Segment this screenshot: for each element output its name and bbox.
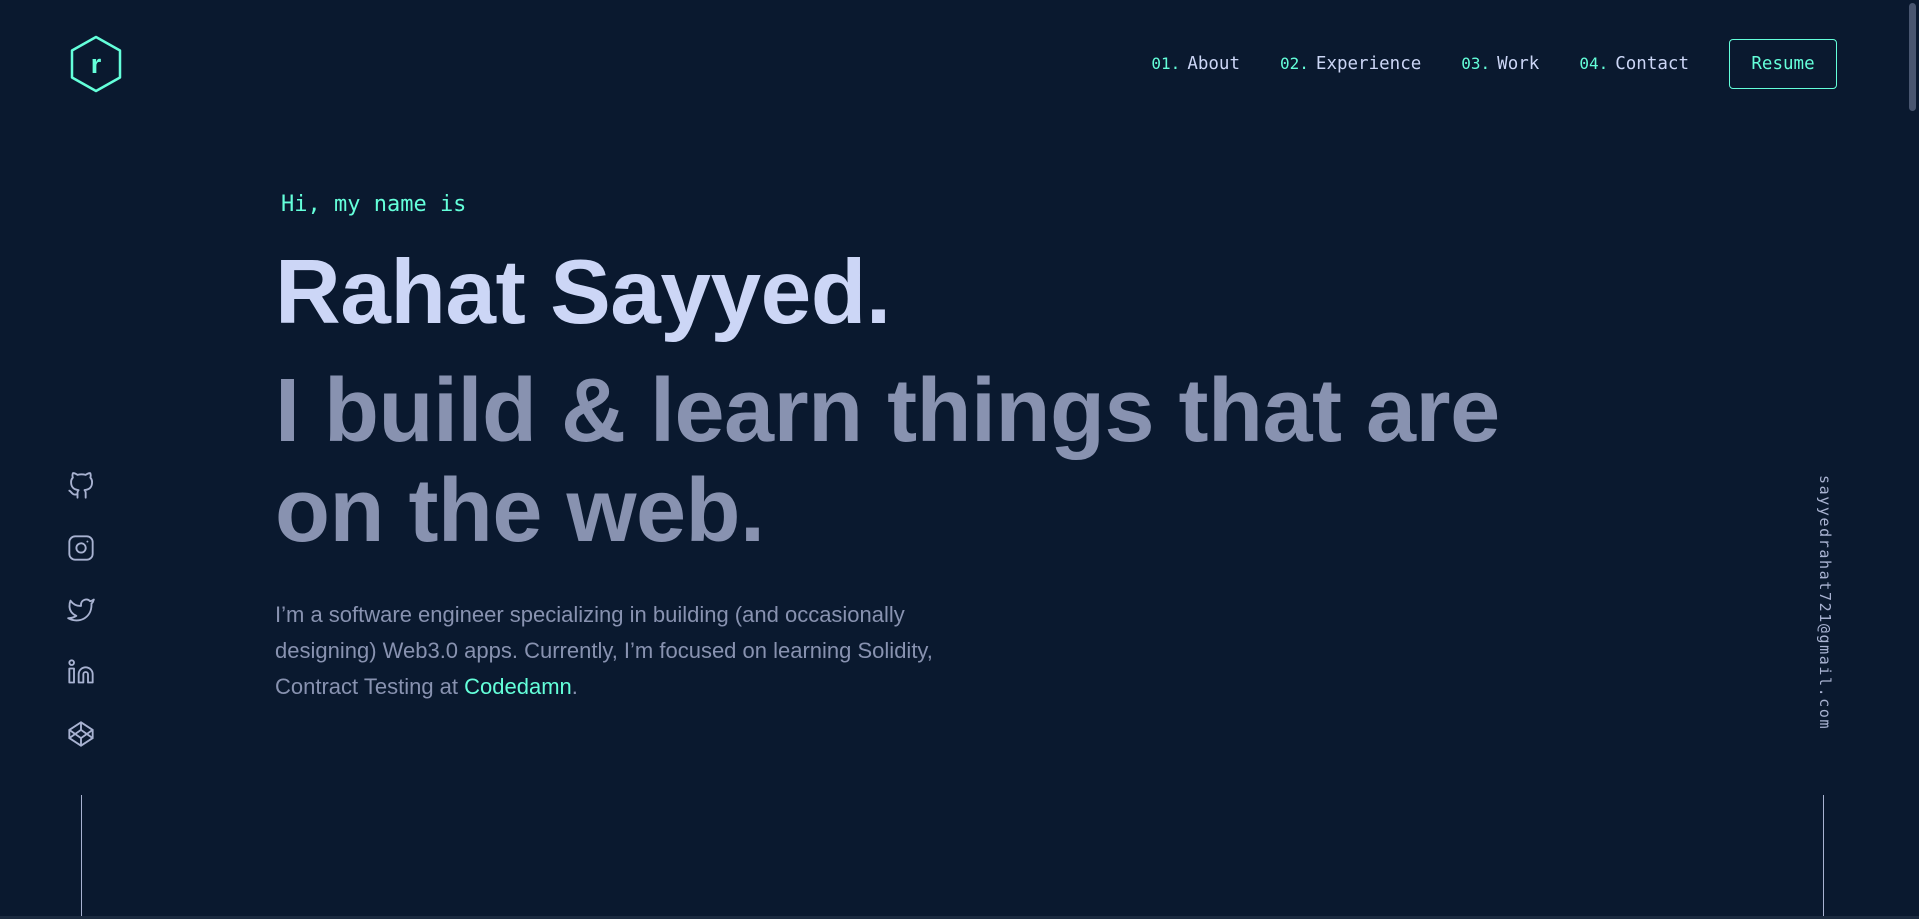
github-link[interactable] <box>63 468 99 504</box>
hero-tagline: I build & learn things that are on the w… <box>275 361 1500 561</box>
twitter-link[interactable] <box>63 592 99 628</box>
nav-label: Work <box>1497 54 1540 74</box>
nav-item-about[interactable]: 01. About <box>1151 54 1240 74</box>
hero-description-end: . <box>571 674 578 699</box>
right-divider-line <box>1823 795 1824 919</box>
email-column: sayyedrahat721@gmail.com <box>1816 475 1840 765</box>
portfolio-page: r 01. About 02. Experience 03. Work 04. Cont… <box>0 0 1919 919</box>
linkedin-icon <box>68 659 94 684</box>
instagram-link[interactable] <box>63 530 99 566</box>
scrollbar-thumb[interactable] <box>1909 3 1916 111</box>
twitter-icon <box>67 598 95 622</box>
nav-item-experience[interactable]: 02. Experience <box>1280 54 1421 74</box>
codepen-icon <box>68 721 94 747</box>
left-divider-line <box>81 795 82 919</box>
page-scrollbar[interactable] <box>1905 0 1919 919</box>
nav-number: 04. <box>1579 54 1609 73</box>
hexagon-r-logo-icon: r <box>70 35 122 93</box>
hero-description-text: I’m a software engineer specializing in … <box>275 602 933 699</box>
hero-description: I’m a software engineer specializing in … <box>275 597 995 705</box>
social-links <box>63 468 99 778</box>
nav-label: Experience <box>1315 54 1422 74</box>
linkedin-link[interactable] <box>63 654 99 690</box>
nav-item-work[interactable]: 03. Work <box>1461 54 1539 74</box>
nav-number: 02. <box>1280 54 1309 73</box>
nav-label: Contact <box>1615 54 1689 74</box>
nav-number: 01. <box>1151 54 1181 73</box>
logo-link[interactable]: r <box>68 34 124 94</box>
codepen-link[interactable] <box>63 716 99 752</box>
resume-button[interactable]: Resume <box>1729 39 1837 89</box>
logo-letter: r <box>91 49 102 79</box>
nav-label: About <box>1187 54 1240 74</box>
hero-section: Hi, my name is Rahat Sayyed. I build & l… <box>275 185 1615 705</box>
hero-name: Rahat Sayyed. <box>275 242 891 343</box>
nav-number: 03. <box>1461 54 1491 73</box>
instagram-icon <box>68 535 94 561</box>
nav-item-contact[interactable]: 04. Contact <box>1579 54 1689 74</box>
email-link[interactable]: sayyedrahat721@gmail.com <box>1816 475 1834 730</box>
hero-intro: Hi, my name is <box>281 192 467 217</box>
main-nav: 01. About 02. Experience 03. Work 04. Contac… <box>1151 38 1837 90</box>
codedamn-link[interactable]: Codedamn <box>464 674 572 699</box>
github-icon <box>68 472 94 499</box>
